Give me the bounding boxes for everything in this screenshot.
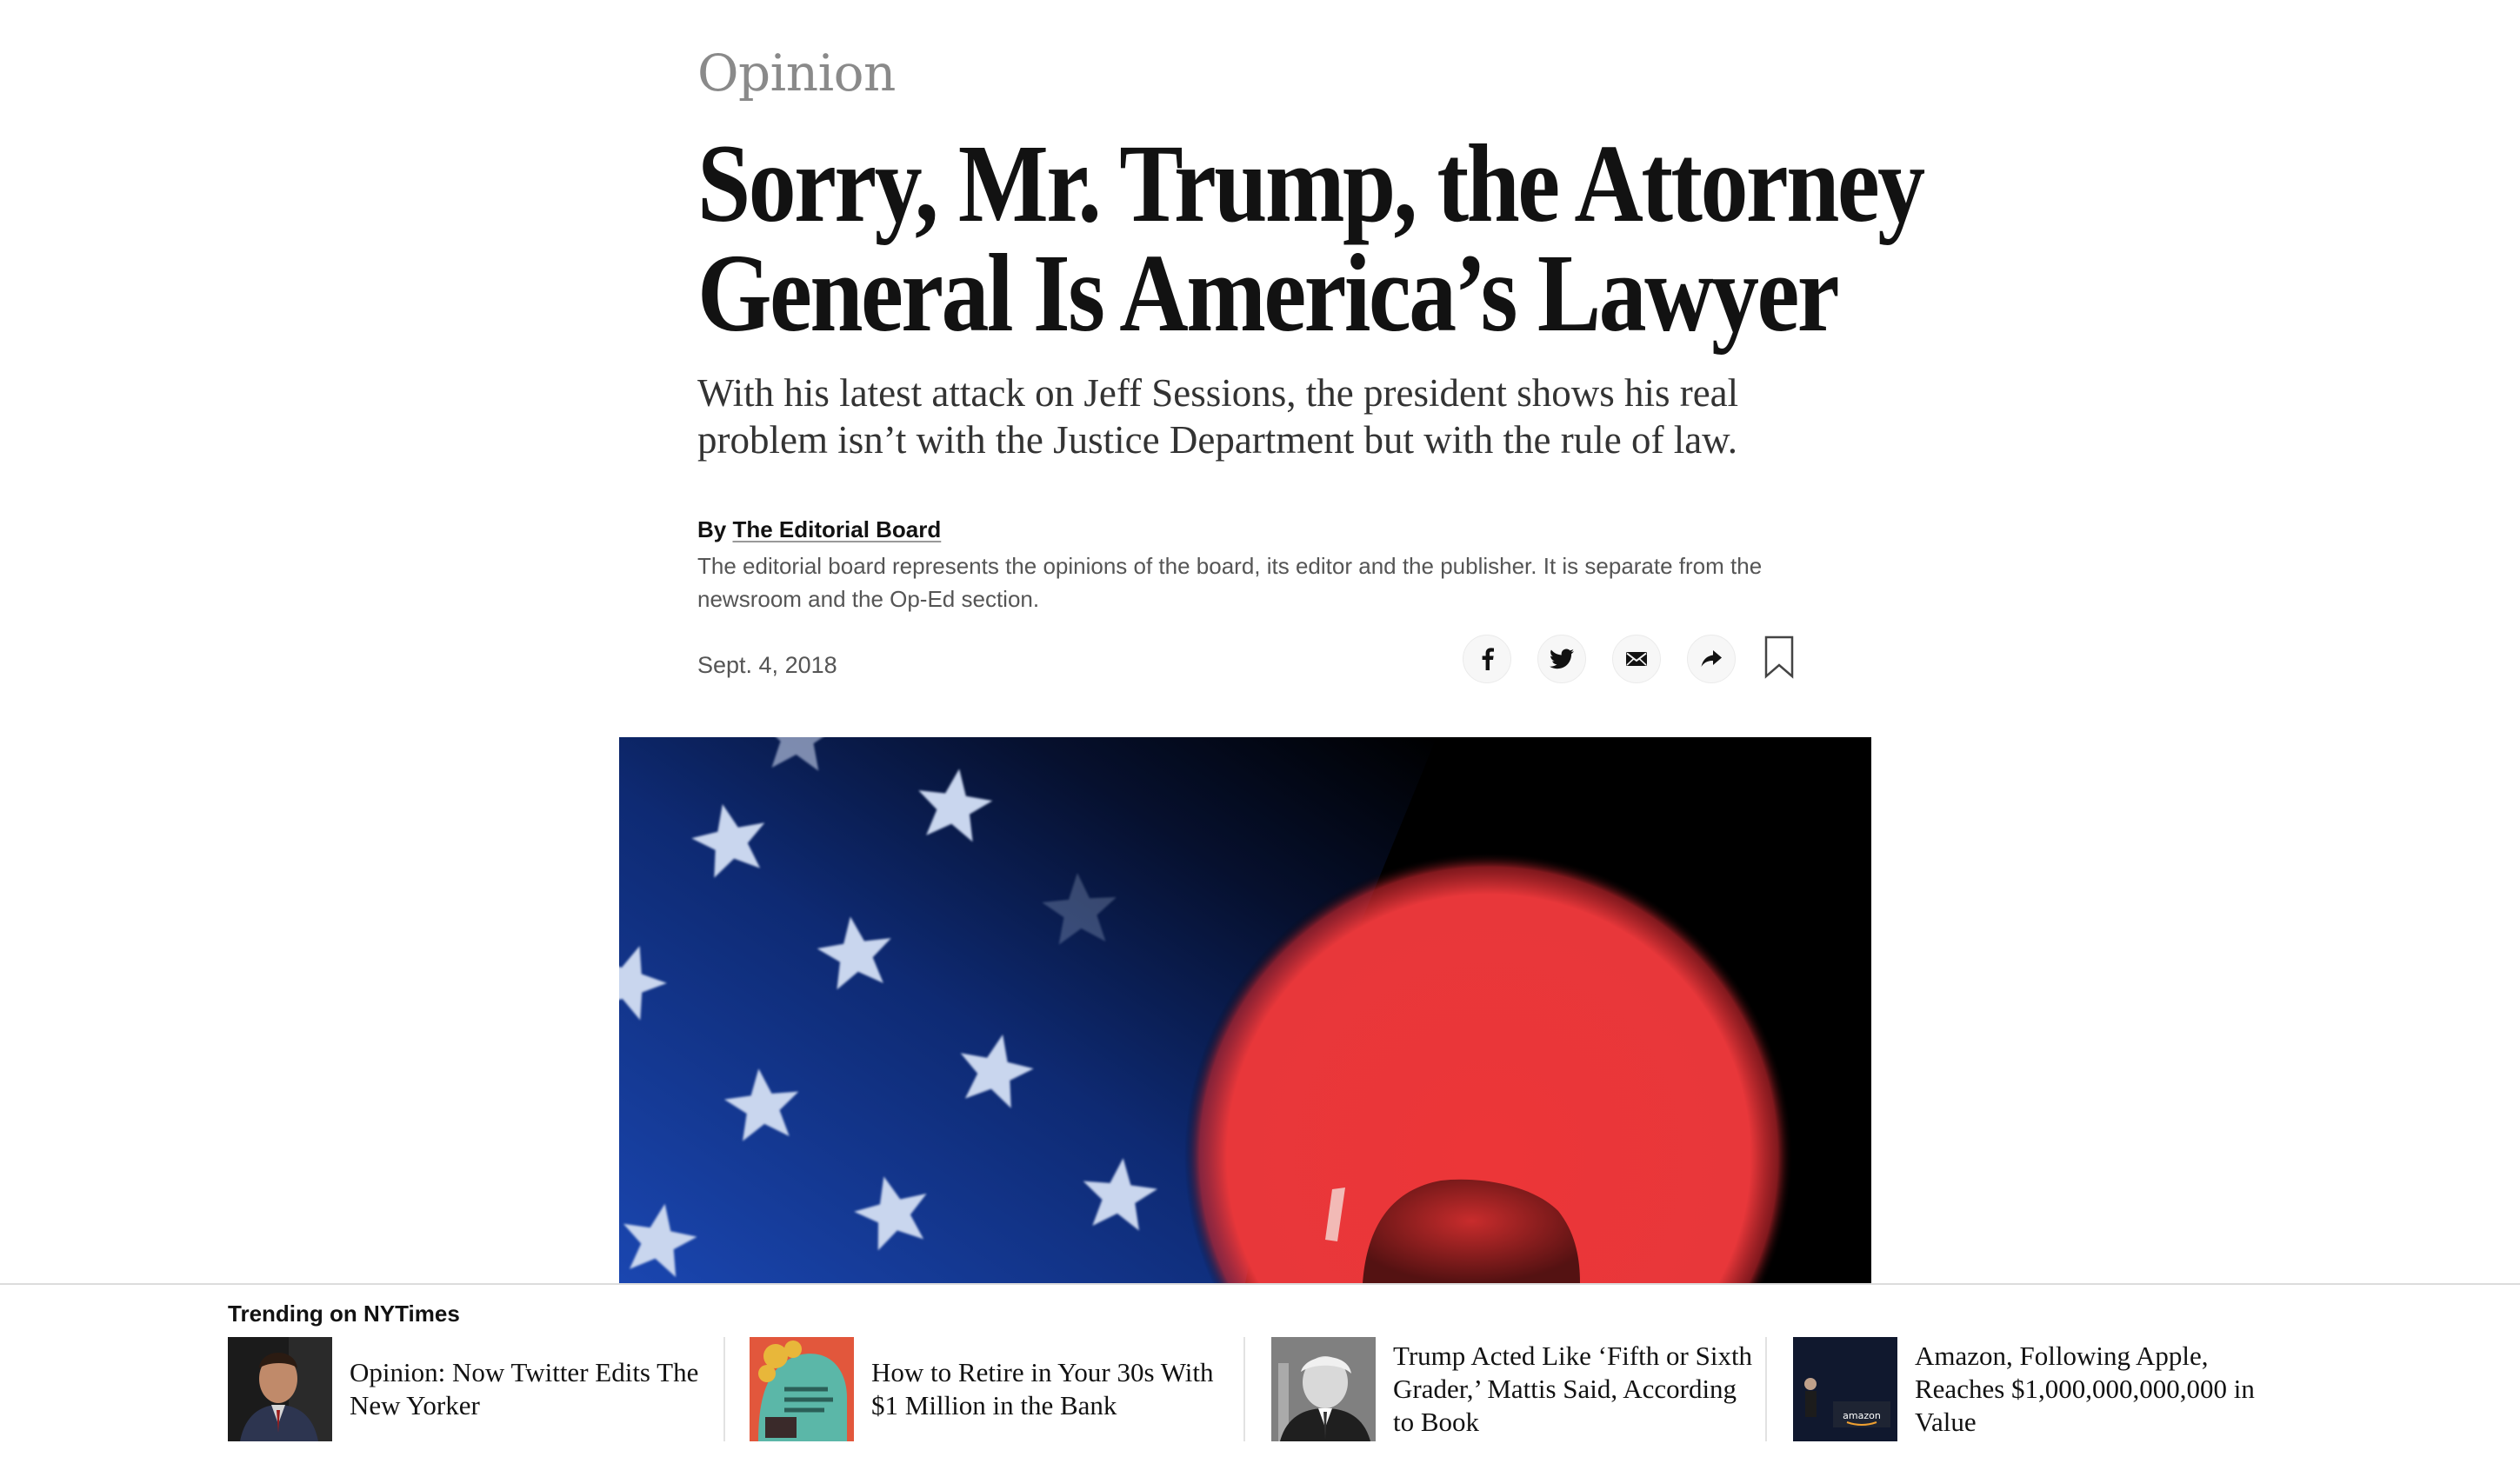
headline-line-1: Sorry, Mr. Trump, the Attorney xyxy=(697,122,1925,245)
headline-line-2: General Is America’s Lawyer xyxy=(697,231,1840,355)
byline-author-link[interactable]: The Editorial Board xyxy=(732,516,941,542)
article-summary: With his latest attack on Jeff Sessions,… xyxy=(697,371,1739,462)
trending-item[interactable]: How to Retire in Your 30s With $1 Millio… xyxy=(750,1337,1237,1441)
trending-bar: Trending on NYTimes Opinion: Now Twitter… xyxy=(0,1283,2520,1457)
byline: By The Editorial Board xyxy=(697,516,941,543)
byline-prefix: By xyxy=(697,516,733,542)
share-tools xyxy=(1463,635,1797,683)
save-bookmark-button[interactable] xyxy=(1762,635,1797,683)
twitter-icon xyxy=(1550,649,1574,669)
hero-image[interactable] xyxy=(619,737,1871,1283)
twitter-share-button[interactable] xyxy=(1537,635,1586,683)
trending-thumbnail xyxy=(228,1337,332,1441)
share-icon xyxy=(1700,649,1723,669)
byline-description: The editorial board represents the opini… xyxy=(697,553,1763,612)
trending-headline: Trump Acted Like ‘Fifth or Sixth Grader,… xyxy=(1393,1341,1753,1437)
trending-thumbnail: amazon xyxy=(1793,1337,1897,1441)
trending-headline: Opinion: Now Twitter Edits The New Yorke… xyxy=(350,1357,699,1420)
section-kicker[interactable]: Opinion xyxy=(697,43,896,103)
publish-date: Sept. 4, 2018 xyxy=(697,652,837,678)
facebook-icon xyxy=(1477,648,1497,670)
trending-item[interactable]: Trump Acted Like ‘Fifth or Sixth Grader,… xyxy=(1271,1337,1758,1441)
trending-thumbnail xyxy=(750,1337,854,1441)
trending-divider xyxy=(1243,1337,1245,1441)
email-icon xyxy=(1625,650,1648,668)
email-share-button[interactable] xyxy=(1612,635,1661,683)
trending-item[interactable]: Opinion: Now Twitter Edits The New Yorke… xyxy=(228,1337,715,1441)
trending-divider xyxy=(723,1337,725,1441)
more-share-button[interactable] xyxy=(1687,635,1736,683)
trending-divider xyxy=(1765,1337,1767,1441)
headline: Sorry, Mr. Trump, the Attorney General I… xyxy=(697,122,1925,355)
trending-headline: Amazon, Following Apple, Reaches $1,000,… xyxy=(1915,1341,2255,1437)
trending-item[interactable]: amazon Amazon, Following Apple, Reaches … xyxy=(1793,1337,2280,1441)
trending-thumbnail xyxy=(1271,1337,1376,1441)
facebook-share-button[interactable] xyxy=(1463,635,1511,683)
amazon-logo-text: amazon xyxy=(1843,1410,1881,1421)
bookmark-icon xyxy=(1764,635,1794,683)
trending-headline: How to Retire in Your 30s With $1 Millio… xyxy=(871,1357,1214,1420)
trending-title: Trending on NYTimes xyxy=(228,1301,460,1327)
